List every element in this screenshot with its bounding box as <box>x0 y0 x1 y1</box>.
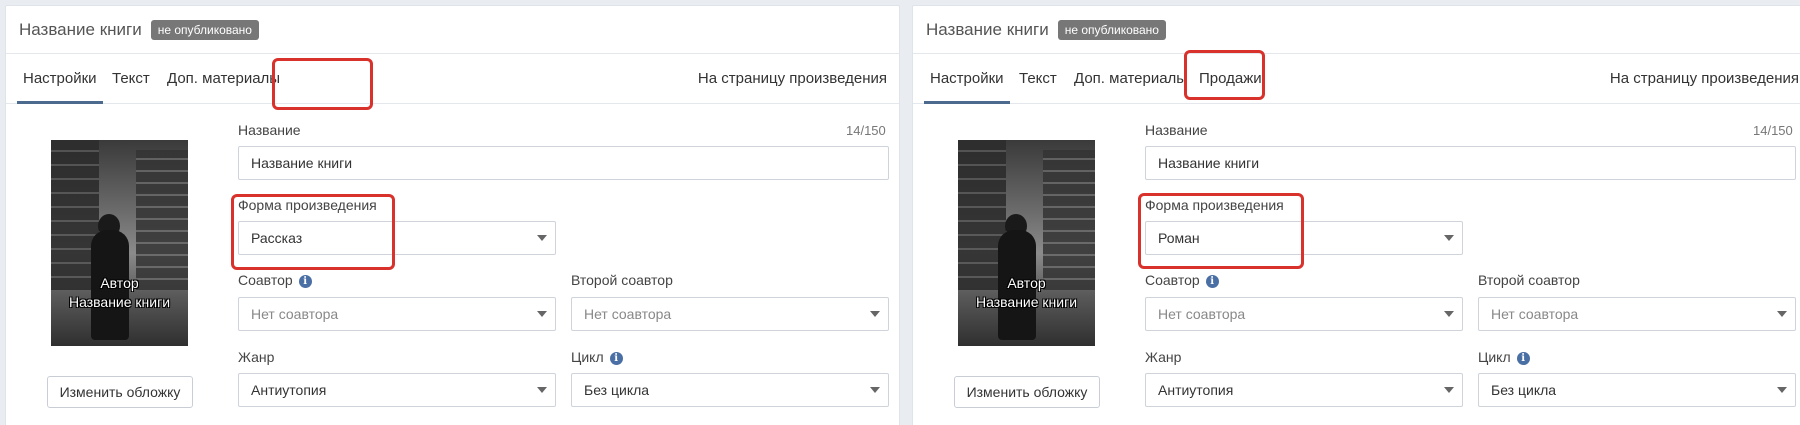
genre-value: Антиутопия <box>251 382 327 398</box>
second-coauthor-label: Второй соавтор <box>1478 272 1580 288</box>
tab-sales[interactable] <box>286 54 298 104</box>
genre-label: Жанр <box>238 349 275 365</box>
tab-settings[interactable]: Настройки <box>17 54 103 104</box>
settings-form: Автор Название книги Изменить обложку На… <box>6 104 899 424</box>
cycle-select[interactable]: Без цикла <box>1478 373 1796 407</box>
chevron-down-icon <box>870 311 880 317</box>
tab-extra-materials[interactable]: Доп. материалы <box>1068 54 1193 104</box>
settings-form: Автор Название книги Изменить обложку На… <box>913 104 1800 424</box>
coauthor-select[interactable]: Нет соавтора <box>238 297 556 331</box>
genre-value: Антиутопия <box>1158 382 1234 398</box>
chevron-down-icon <box>870 387 880 393</box>
panel-header: Название книги не опубликовано <box>913 6 1800 54</box>
book-settings-panel-left: Название книги не опубликовано Настройки… <box>5 5 900 425</box>
book-settings-panel-right: Название книги не опубликовано Настройки… <box>912 5 1800 425</box>
status-badge: не опубликовано <box>150 19 259 40</box>
chevron-down-icon <box>537 235 547 241</box>
second-coauthor-select[interactable]: Нет соавтора <box>1478 297 1796 331</box>
name-input[interactable]: Название книги <box>238 146 889 180</box>
book-title: Название книги <box>926 19 1049 39</box>
work-form-value: Роман <box>1158 230 1200 246</box>
coauthor-label: Соавтор i <box>238 272 312 288</box>
cycle-value: Без цикла <box>584 382 650 398</box>
name-char-counter: 14/150 <box>846 123 886 138</box>
second-coauthor-value: Нет соавтора <box>1491 306 1579 322</box>
cycle-label: Цикл i <box>1478 349 1530 365</box>
go-to-work-page-link[interactable]: На страницу произведения <box>698 54 887 104</box>
chevron-down-icon <box>1444 387 1454 393</box>
tab-extra-materials[interactable]: Доп. материалы <box>161 54 286 104</box>
book-title: Название книги <box>19 19 142 39</box>
coauthor-label: Соавтор i <box>1145 272 1219 288</box>
change-cover-button[interactable]: Изменить обложку <box>954 376 1100 408</box>
change-cover-button[interactable]: Изменить обложку <box>47 376 193 408</box>
name-label: Название <box>1145 122 1208 138</box>
coauthor-value: Нет соавтора <box>1158 306 1246 322</box>
info-icon[interactable]: i <box>1205 275 1219 288</box>
work-form-select[interactable]: Рассказ <box>238 221 556 255</box>
chevron-down-icon <box>537 311 547 317</box>
tab-sales[interactable]: Продажи <box>1193 54 1268 104</box>
tab-text[interactable]: Текст <box>106 54 156 104</box>
chevron-down-icon <box>1777 387 1787 393</box>
genre-label: Жанр <box>1145 349 1182 365</box>
coauthor-select[interactable]: Нет соавтора <box>1145 297 1463 331</box>
chevron-down-icon <box>1444 311 1454 317</box>
chevron-down-icon <box>537 387 547 393</box>
comparison-screenshot: Название книги не опубликовано Настройки… <box>0 0 1800 425</box>
info-icon[interactable]: i <box>609 352 623 365</box>
tab-bar: Настройки Текст Доп. материалы На страни… <box>6 54 899 104</box>
tab-settings[interactable]: Настройки <box>924 54 1010 104</box>
work-form-value: Рассказ <box>251 230 303 246</box>
form-label: Форма произведения <box>1145 197 1284 213</box>
form-label: Форма произведения <box>238 197 377 213</box>
tab-bar: Настройки Текст Доп. материалы Продажи Н… <box>913 54 1800 104</box>
name-label: Название <box>238 122 301 138</box>
panel-header: Название книги не опубликовано <box>6 6 899 54</box>
second-coauthor-select[interactable]: Нет соавтора <box>571 297 889 331</box>
genre-select[interactable]: Антиутопия <box>238 373 556 407</box>
go-to-work-page-link[interactable]: На страницу произведения <box>1610 54 1799 104</box>
genre-select[interactable]: Антиутопия <box>1145 373 1463 407</box>
info-icon[interactable]: i <box>1516 352 1530 365</box>
cycle-label: Цикл i <box>571 349 623 365</box>
chevron-down-icon <box>1444 235 1454 241</box>
second-coauthor-label: Второй соавтор <box>571 272 673 288</box>
cover-author-text: Автор <box>1007 275 1046 291</box>
cycle-select[interactable]: Без цикла <box>571 373 889 407</box>
name-input[interactable]: Название книги <box>1145 146 1796 180</box>
info-icon[interactable]: i <box>298 275 312 288</box>
work-form-select[interactable]: Роман <box>1145 221 1463 255</box>
second-coauthor-value: Нет соавтора <box>584 306 672 322</box>
cover-title-text: Название книги <box>975 294 1078 310</box>
tab-text[interactable]: Текст <box>1013 54 1063 104</box>
cycle-value: Без цикла <box>1491 382 1557 398</box>
chevron-down-icon <box>1777 311 1787 317</box>
cover-title-text: Название книги <box>68 294 171 310</box>
book-cover-image: Автор Название книги <box>958 140 1095 346</box>
status-badge: не опубликовано <box>1057 19 1166 40</box>
name-char-counter: 14/150 <box>1753 123 1793 138</box>
cover-author-text: Автор <box>100 275 139 291</box>
book-cover-image: Автор Название книги <box>51 140 188 346</box>
coauthor-value: Нет соавтора <box>251 306 339 322</box>
